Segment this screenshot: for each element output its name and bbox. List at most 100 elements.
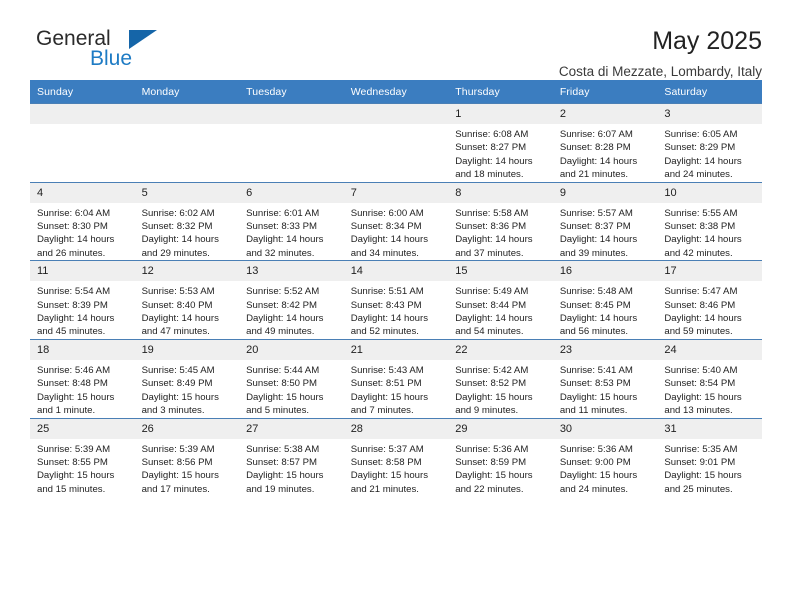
calendar-day-cell[interactable]: 23 Sunrise: 5:41 AM Sunset: 8:53 PM Dayligh… xyxy=(552,338,658,418)
day-number: 17 xyxy=(657,261,762,282)
calendar-day-cell[interactable]: 24 Sunrise: 5:40 AM Sunset: 8:54 PM Dayligh… xyxy=(657,338,762,418)
calendar-day-cell[interactable]: 25 Sunrise: 5:39 AM Sunset: 8:55 PM Dayligh… xyxy=(30,417,135,497)
sunrise-text: Sunrise: 5:39 AM xyxy=(141,443,215,455)
calendar-day-cell[interactable]: 22 Sunrise: 5:42 AM Sunset: 8:52 PM Dayligh… xyxy=(448,338,553,418)
day-details: Sunrise: 5:39 AM Sunset: 8:55 PM Daylight:… xyxy=(30,439,135,497)
calendar-day-cell[interactable]: 7 Sunrise: 6:00 AM Sunset: 8:34 PM Daylight… xyxy=(343,181,449,261)
sunset-text: Sunset: 8:50 PM xyxy=(246,378,318,390)
weekday-header-tuesday: Tuesday xyxy=(239,80,344,104)
day-number xyxy=(134,104,240,124)
sunset-text: Sunset: 8:37 PM xyxy=(559,221,631,233)
daylight-text: Daylight: 14 hours xyxy=(350,234,429,246)
daylight-text: and 7 minutes. xyxy=(350,405,414,417)
day-details: Sunrise: 5:39 AM Sunset: 8:56 PM Daylight:… xyxy=(135,439,240,497)
day-details: Sunrise: 6:07 AM Sunset: 8:28 PM Daylight:… xyxy=(553,124,658,182)
daylight-text: Daylight: 14 hours xyxy=(455,234,533,246)
general-blue-logo[interactable]: General Blue xyxy=(30,26,160,74)
sunset-text: Sunset: 8:42 PM xyxy=(246,299,318,311)
sunrise-text: Sunrise: 6:01 AM xyxy=(246,207,320,219)
calendar-day-cell[interactable]: 18 Sunrise: 5:46 AM Sunset: 8:48 PM Dayligh… xyxy=(30,338,135,418)
daylight-text: and 13 minutes. xyxy=(664,405,733,417)
calendar-day-cell[interactable]: 31 Sunrise: 5:35 AM Sunset: 9:01 PM Dayligh… xyxy=(657,417,762,497)
day-number: 20 xyxy=(239,339,344,360)
daylight-text: and 52 minutes. xyxy=(350,326,419,338)
day-details: Sunrise: 6:02 AM Sunset: 8:32 PM Daylight:… xyxy=(135,203,240,261)
sunrise-text: Sunrise: 6:00 AM xyxy=(350,207,424,219)
day-details: Sunrise: 6:04 AM Sunset: 8:30 PM Daylight:… xyxy=(30,203,135,261)
daylight-text: and 5 minutes. xyxy=(246,405,310,417)
daylight-text: and 29 minutes. xyxy=(141,247,210,259)
daylight-text: Daylight: 15 hours xyxy=(37,391,115,403)
calendar-day-cell[interactable]: 2 Sunrise: 6:07 AM Sunset: 8:28 PM Daylight… xyxy=(552,103,658,183)
day-number: 25 xyxy=(30,418,135,439)
sunrise-text: Sunrise: 5:52 AM xyxy=(246,286,320,298)
daylight-text: Daylight: 14 hours xyxy=(559,234,638,246)
daylight-text: and 24 minutes. xyxy=(664,169,733,181)
page-title: May 2025 xyxy=(652,27,762,55)
daylight-text: and 26 minutes. xyxy=(37,247,106,259)
daylight-text: and 45 minutes. xyxy=(37,326,106,338)
sunset-text: Sunset: 8:48 PM xyxy=(37,378,108,390)
calendar-day-cell[interactable]: 5 Sunrise: 6:02 AM Sunset: 8:32 PM Daylight… xyxy=(134,181,240,261)
calendar-day-cell[interactable]: 10 Sunrise: 5:55 AM Sunset: 8:38 PM Dayligh… xyxy=(657,181,762,261)
calendar-day-cell[interactable]: 27 Sunrise: 5:38 AM Sunset: 8:57 PM Dayligh… xyxy=(239,417,344,497)
daylight-text: and 19 minutes. xyxy=(246,483,315,495)
calendar-day-cell[interactable]: 14 Sunrise: 5:51 AM Sunset: 8:43 PM Dayligh… xyxy=(343,260,449,340)
calendar-day-cell[interactable]: 1 Sunrise: 6:08 AM Sunset: 8:27 PM Daylight… xyxy=(448,103,553,183)
daylight-text: and 25 minutes. xyxy=(664,483,733,495)
sunrise-text: Sunrise: 5:58 AM xyxy=(455,207,529,219)
calendar-day-cell[interactable]: 20 Sunrise: 5:44 AM Sunset: 8:50 PM Dayligh… xyxy=(239,338,344,418)
daylight-text: Daylight: 15 hours xyxy=(664,391,742,403)
sunset-text: Sunset: 8:53 PM xyxy=(559,378,631,390)
sunrise-text: Sunrise: 5:36 AM xyxy=(455,443,529,455)
day-number xyxy=(30,104,135,124)
day-details: Sunrise: 6:05 AM Sunset: 8:29 PM Daylight:… xyxy=(657,124,762,182)
daylight-text: Daylight: 15 hours xyxy=(246,470,324,482)
daylight-text: and 37 minutes. xyxy=(455,247,524,259)
calendar-day-cell[interactable]: 11 Sunrise: 5:54 AM Sunset: 8:39 PM Dayligh… xyxy=(30,260,135,340)
calendar-day-cell[interactable]: 6 Sunrise: 6:01 AM Sunset: 8:33 PM Daylight… xyxy=(239,181,344,261)
day-details: Sunrise: 5:41 AM Sunset: 8:53 PM Daylight:… xyxy=(553,360,658,418)
sunset-text: Sunset: 8:54 PM xyxy=(664,378,736,390)
calendar-day-cell[interactable]: 19 Sunrise: 5:45 AM Sunset: 8:49 PM Dayligh… xyxy=(134,338,240,418)
weekday-header-friday: Friday xyxy=(552,80,658,104)
calendar-day-cell[interactable]: 17 Sunrise: 5:47 AM Sunset: 8:46 PM Dayligh… xyxy=(657,260,762,340)
calendar-day-cell[interactable]: 12 Sunrise: 5:53 AM Sunset: 8:40 PM Dayligh… xyxy=(134,260,240,340)
calendar-day-cell[interactable]: 21 Sunrise: 5:43 AM Sunset: 8:51 PM Dayligh… xyxy=(343,338,449,418)
calendar-week-row: 25 Sunrise: 5:39 AM Sunset: 8:55 PM Dayligh… xyxy=(30,417,762,497)
day-number: 21 xyxy=(343,339,449,360)
calendar-day-cell[interactable]: 3 Sunrise: 6:05 AM Sunset: 8:29 PM Daylight… xyxy=(657,103,762,183)
day-details: Sunrise: 5:51 AM Sunset: 8:43 PM Daylight:… xyxy=(344,281,449,339)
sunrise-text: Sunrise: 5:51 AM xyxy=(350,286,424,298)
sunset-text: Sunset: 8:28 PM xyxy=(559,142,631,154)
day-number xyxy=(239,104,344,124)
sunrise-text: Sunrise: 5:35 AM xyxy=(664,443,738,455)
day-details: Sunrise: 5:43 AM Sunset: 8:51 PM Daylight:… xyxy=(344,360,449,418)
daylight-text: Daylight: 14 hours xyxy=(141,234,219,246)
day-number: 10 xyxy=(657,182,762,203)
calendar-day-cell[interactable]: 13 Sunrise: 5:52 AM Sunset: 8:42 PM Dayligh… xyxy=(239,260,344,340)
day-number: 30 xyxy=(552,418,658,439)
sunset-text: Sunset: 8:52 PM xyxy=(455,378,527,390)
sunrise-text: Sunrise: 5:49 AM xyxy=(455,286,529,298)
calendar-day-cell[interactable]: 29 Sunrise: 5:36 AM Sunset: 8:59 PM Dayligh… xyxy=(448,417,553,497)
sunrise-text: Sunrise: 6:08 AM xyxy=(455,129,529,140)
day-number: 5 xyxy=(134,182,240,203)
day-number: 2 xyxy=(552,104,658,124)
daylight-text: and 49 minutes. xyxy=(246,326,315,338)
daylight-text: and 32 minutes. xyxy=(246,247,315,259)
daylight-text: and 3 minutes. xyxy=(141,405,205,417)
calendar-day-cell[interactable]: 26 Sunrise: 5:39 AM Sunset: 8:56 PM Dayligh… xyxy=(134,417,240,497)
calendar-day-cell[interactable]: 4 Sunrise: 6:04 AM Sunset: 8:30 PM Daylight… xyxy=(30,181,135,261)
sunset-text: Sunset: 8:45 PM xyxy=(559,299,631,311)
calendar-day-cell[interactable]: 8 Sunrise: 5:58 AM Sunset: 8:36 PM Daylight… xyxy=(448,181,553,261)
calendar-day-cell[interactable]: 15 Sunrise: 5:49 AM Sunset: 8:44 PM Dayligh… xyxy=(448,260,553,340)
day-number: 28 xyxy=(343,418,449,439)
day-number: 9 xyxy=(552,182,658,203)
calendar-day-cell[interactable]: 30 Sunrise: 5:36 AM Sunset: 9:00 PM Dayligh… xyxy=(552,417,658,497)
calendar-header-row: Sunday Monday Tuesday Wednesday Thursday Frid… xyxy=(30,80,762,104)
calendar-day-cell[interactable]: 16 Sunrise: 5:48 AM Sunset: 8:45 PM Dayligh… xyxy=(552,260,658,340)
daylight-text: Daylight: 14 hours xyxy=(246,313,324,325)
calendar-day-cell[interactable]: 28 Sunrise: 5:37 AM Sunset: 8:58 PM Dayligh… xyxy=(343,417,449,497)
calendar-day-cell[interactable]: 9 Sunrise: 5:57 AM Sunset: 8:37 PM Daylight… xyxy=(552,181,658,261)
